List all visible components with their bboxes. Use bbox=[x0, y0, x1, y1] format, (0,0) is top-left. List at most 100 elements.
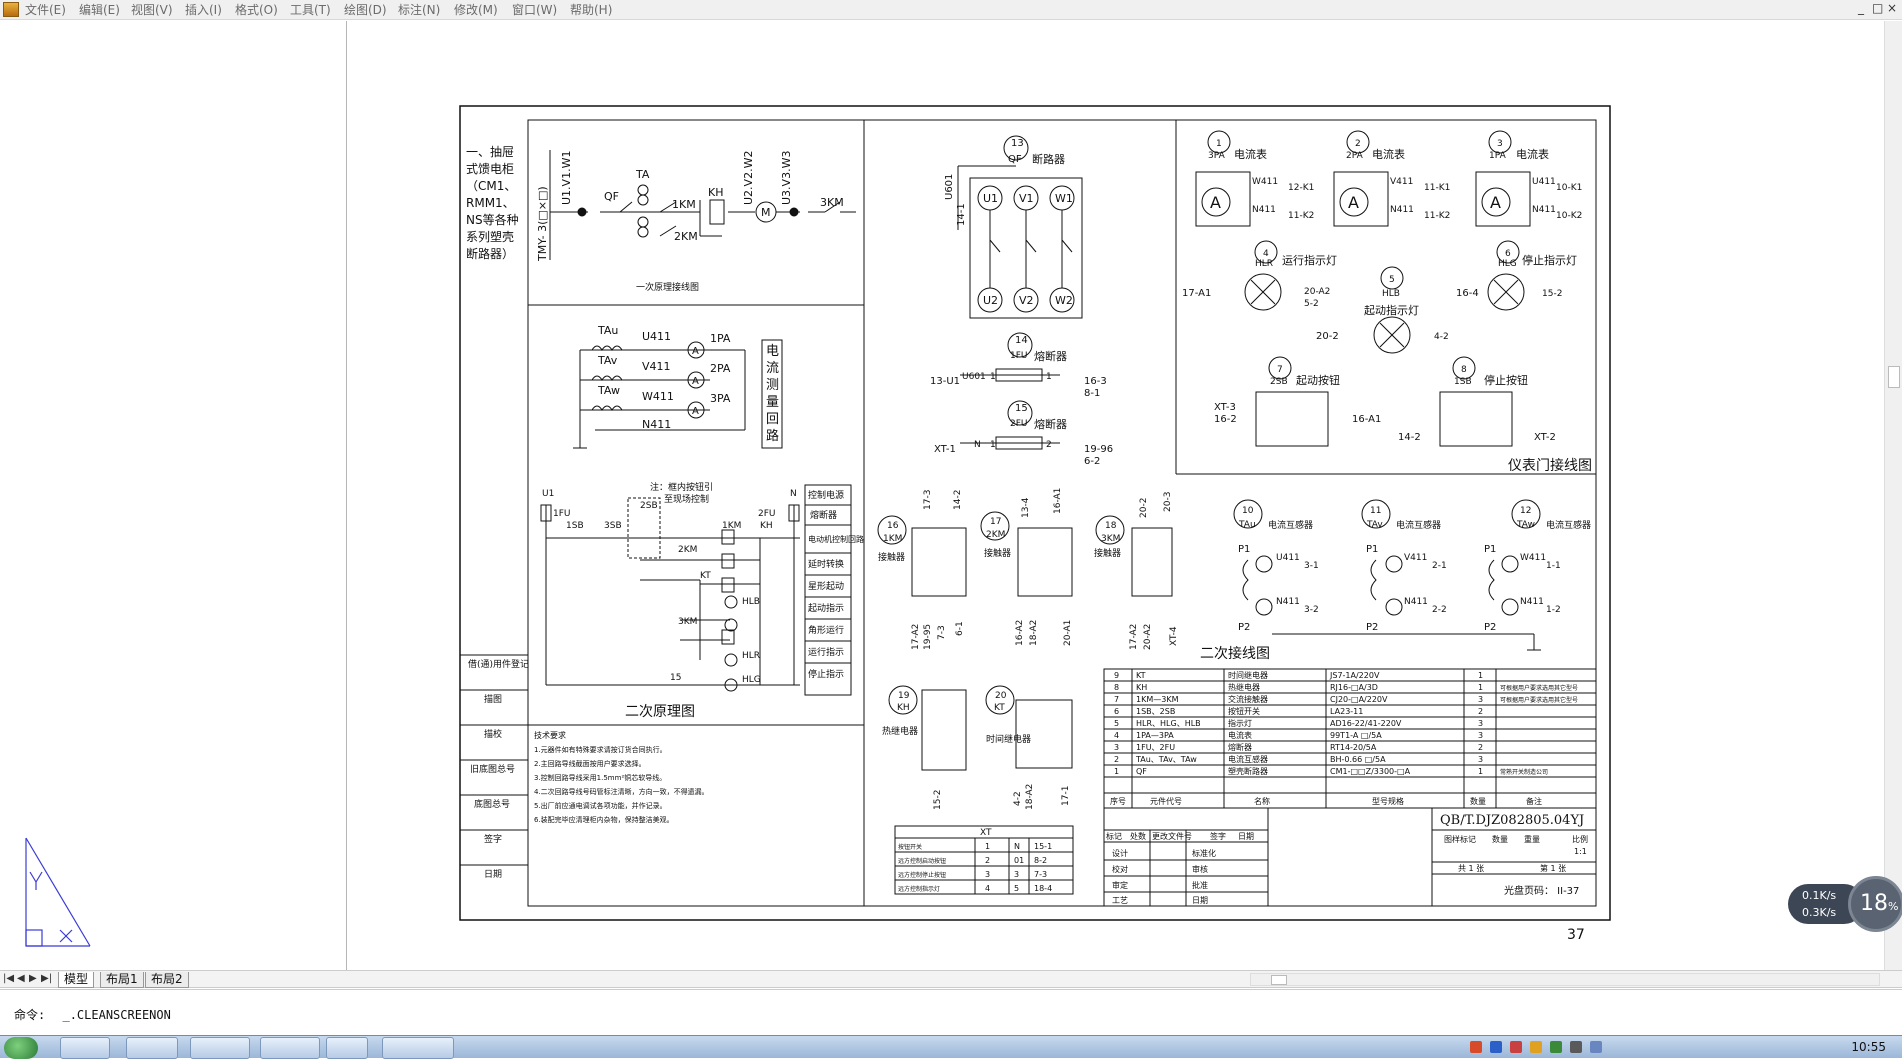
block-name: 断路器 bbox=[1032, 152, 1065, 166]
lamp-left: 16-4 bbox=[1456, 288, 1479, 299]
ct-code: TAv bbox=[1366, 520, 1383, 530]
tab-model[interactable]: 模型 bbox=[58, 972, 95, 988]
lamp-right: 5-2 bbox=[1304, 299, 1319, 309]
usage-percent: 18% bbox=[1860, 891, 1898, 916]
taskbar-qq-icon[interactable] bbox=[60, 1037, 110, 1059]
contactor-top: 20-3 bbox=[1163, 492, 1173, 512]
network-speed-widget[interactable]: 0.1K/s 0.3K/s 18% bbox=[1788, 876, 1902, 932]
scroll-thumb[interactable] bbox=[1271, 975, 1287, 985]
control-label: HLR bbox=[742, 651, 760, 661]
tb-qty: 重量 bbox=[1524, 834, 1540, 844]
control-label: HLG bbox=[742, 675, 761, 685]
button-code: 1SB bbox=[1454, 377, 1472, 387]
tray-shield-icon[interactable] bbox=[1530, 1041, 1542, 1053]
control-label: 1SB bbox=[566, 521, 584, 531]
tab-next-button[interactable]: ▶ bbox=[29, 973, 37, 984]
parts-cell-no: 1 bbox=[1114, 767, 1119, 776]
taskbar-avatar-icon[interactable] bbox=[126, 1037, 178, 1059]
comp-label: 2KM bbox=[674, 230, 698, 243]
parts-cell-no: 7 bbox=[1114, 695, 1119, 704]
command-window[interactable]: 命令: _.CLEANSCREENON bbox=[0, 989, 1902, 1035]
term-label: U2 bbox=[983, 294, 998, 307]
clock[interactable]: 10:55 bbox=[1851, 1040, 1886, 1054]
door-wire: 11-K2 bbox=[1288, 211, 1314, 221]
taskbar-app-icon[interactable] bbox=[326, 1037, 368, 1059]
tab-last-button[interactable]: ▶| bbox=[41, 973, 52, 984]
button-left: 16-2 bbox=[1214, 414, 1237, 425]
command-line[interactable]: 命令: _.CLEANSCREENON bbox=[14, 1006, 171, 1023]
comp-label: KH bbox=[708, 186, 724, 199]
xt-row-name: 远方控制指示灯 bbox=[898, 885, 940, 893]
sidebar-label: 描图 bbox=[484, 693, 502, 705]
xt-row-num: 2 bbox=[985, 856, 990, 865]
taskbar-ie-icon[interactable] bbox=[260, 1037, 320, 1059]
taskbar-folder-icon[interactable] bbox=[190, 1037, 250, 1059]
parts-cell-name: 电流互感器 bbox=[1228, 754, 1268, 764]
horizontal-scrollbar[interactable] bbox=[1250, 973, 1880, 986]
tray-help-icon[interactable] bbox=[1490, 1041, 1502, 1053]
lamp-num: 4 bbox=[1263, 249, 1269, 259]
contactor-bottom: 16-A2 bbox=[1015, 620, 1025, 646]
tab-first-button[interactable]: |◀ bbox=[3, 973, 14, 984]
fuse-right: 16-3 bbox=[1084, 376, 1107, 387]
contactor-top: 20-2 bbox=[1139, 498, 1149, 518]
ct-p2: P2 bbox=[1366, 622, 1378, 633]
ct-right: 2-1 bbox=[1432, 561, 1447, 571]
tab-layout2[interactable]: 布局2 bbox=[145, 972, 189, 988]
ct-code: TAu bbox=[1238, 520, 1256, 530]
door-wire: 10-K2 bbox=[1556, 211, 1582, 221]
button-num: 7 bbox=[1277, 365, 1283, 375]
door-wire: U411 bbox=[1532, 177, 1556, 187]
button-right: 16-A1 bbox=[1352, 414, 1381, 425]
parts-cell-qty: 3 bbox=[1478, 695, 1483, 704]
contactor-top: 13-4 bbox=[1021, 497, 1031, 518]
sidebar-label: 借(通)用件登记 bbox=[468, 658, 529, 670]
tab-layout1[interactable]: 布局1 bbox=[100, 972, 144, 988]
contactor-name: 接触器 bbox=[1094, 547, 1121, 559]
sidebar-label: 底图总号 bbox=[474, 798, 510, 810]
lamp-code: HLG bbox=[1498, 259, 1517, 269]
outer-frame bbox=[459, 105, 1611, 921]
wire-label: N411 bbox=[642, 418, 671, 431]
parts-cell-qty: 1 bbox=[1478, 767, 1483, 776]
lamp-num: 5 bbox=[1389, 275, 1395, 285]
start-button[interactable] bbox=[4, 1037, 38, 1059]
download-speed: 0.3K/s bbox=[1802, 906, 1837, 919]
sidebar-label: 旧底图总号 bbox=[470, 763, 515, 775]
button-right: XT-2 bbox=[1534, 432, 1556, 443]
door-name: 电流表 bbox=[1516, 147, 1549, 161]
parts-cell-spec: CM1-□□Z/3300-□A bbox=[1330, 767, 1411, 776]
part-title-line: 式馈电柜 bbox=[466, 162, 514, 176]
command-text: _.CLEANSCREENON bbox=[62, 1008, 171, 1022]
parts-cell-code: 1PA—3PA bbox=[1136, 731, 1174, 740]
taskbar-cad-icon[interactable] bbox=[382, 1037, 454, 1059]
note-line: 1.元器件如有特殊要求请按订货合同执行。 bbox=[534, 745, 667, 754]
parts-cell-no: 8 bbox=[1114, 683, 1119, 692]
parts-cell-note: 常熟开关制造公司 bbox=[1500, 768, 1548, 776]
tray-sogou-icon[interactable] bbox=[1470, 1041, 1482, 1053]
tray-green-icon[interactable] bbox=[1550, 1041, 1562, 1053]
fuse-left: 13-U1 bbox=[930, 376, 960, 387]
ucs-icon bbox=[25, 837, 91, 947]
main-circuit bbox=[549, 150, 856, 260]
lamp-name: 停止指示灯 bbox=[1522, 253, 1577, 267]
tray-red-icon[interactable] bbox=[1510, 1041, 1522, 1053]
control-func-label: 起动指示 bbox=[808, 602, 844, 614]
button-num: 8 bbox=[1461, 365, 1467, 375]
parts-cell-no: 6 bbox=[1114, 707, 1119, 716]
tray-volume-icon[interactable] bbox=[1590, 1041, 1602, 1053]
button-code: 2SB bbox=[1270, 377, 1288, 387]
tray-network-icon[interactable] bbox=[1570, 1041, 1582, 1053]
measure-title-char: 流 bbox=[766, 361, 779, 376]
contactor-bottom: 6-1 bbox=[955, 621, 965, 636]
sidebar-label: 签字 bbox=[484, 833, 502, 845]
parts-cell-qty: 3 bbox=[1478, 755, 1483, 764]
parts-cell-qty: 1 bbox=[1478, 671, 1483, 680]
measure-title-char: 量 bbox=[766, 395, 779, 410]
drawing-sheet: 一、抽屉 式馈电柜 （CM1、 RMM1、 NS等各种 系列塑壳 断路器） TM… bbox=[25, 105, 1611, 947]
xt-row-num: 3 bbox=[985, 870, 990, 879]
tab-prev-button[interactable]: ◀ bbox=[17, 973, 25, 984]
contactor-code: 2KM bbox=[986, 530, 1005, 540]
contactor-bottom: 18-A2 bbox=[1029, 620, 1039, 646]
button-left: XT-3 bbox=[1214, 402, 1236, 413]
